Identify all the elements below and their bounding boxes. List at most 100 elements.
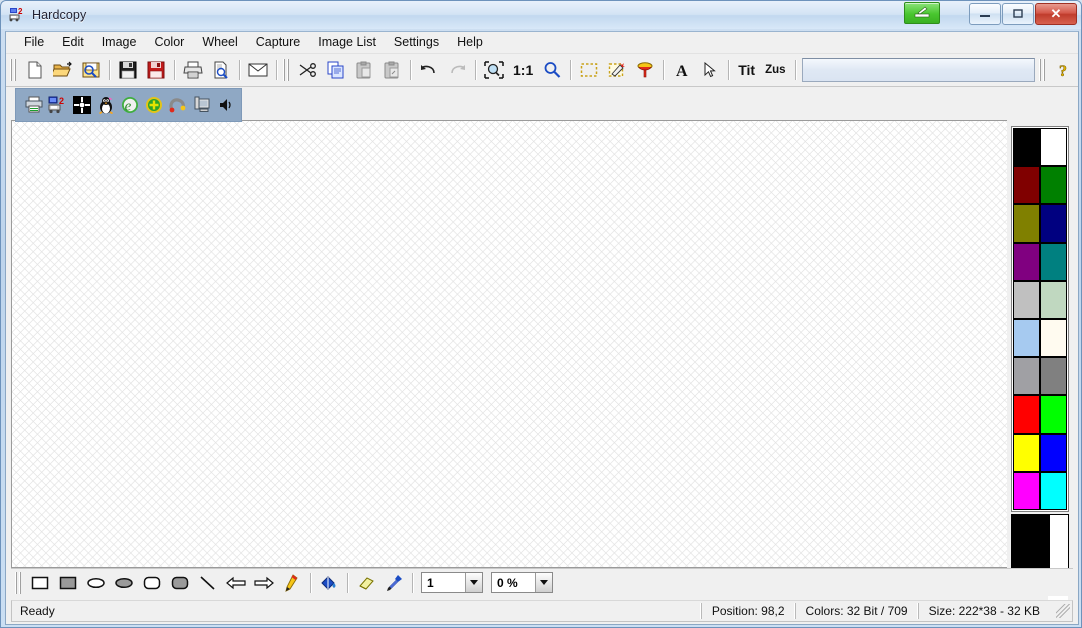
toolbar-grip[interactable]	[10, 59, 18, 81]
palette-swatch[interactable]	[1013, 434, 1040, 472]
save-as-button[interactable]	[142, 56, 170, 84]
magnifier-button[interactable]	[538, 56, 566, 84]
menu-image[interactable]: Image	[93, 33, 146, 52]
stamp-button[interactable]	[631, 56, 659, 84]
palette-swatch[interactable]	[1040, 319, 1067, 357]
menu-wheel[interactable]: Wheel	[193, 33, 246, 52]
rectangle-outline-button[interactable]	[26, 569, 54, 597]
arrow-left-button[interactable]	[222, 569, 250, 597]
toolbar-grip-2[interactable]	[283, 59, 291, 81]
arrow-right-button[interactable]	[250, 569, 278, 597]
palette-swatch[interactable]	[1013, 472, 1040, 510]
chevron-down-icon[interactable]	[465, 573, 482, 592]
minimize-button[interactable]	[969, 3, 1001, 25]
help-question-button[interactable]: ?	[1050, 56, 1078, 84]
penguin-icon[interactable]	[94, 92, 118, 118]
zoom-actual-size-button[interactable]: 1:1	[508, 56, 538, 84]
close-button[interactable]: ✕	[1035, 3, 1077, 25]
magnet-icon[interactable]	[166, 92, 190, 118]
browser-e-icon[interactable]: e	[118, 92, 142, 118]
print-preview-button[interactable]	[207, 56, 235, 84]
chevron-down-icon[interactable]	[535, 573, 552, 592]
palette-swatch[interactable]	[1013, 166, 1040, 204]
copy-button[interactable]	[322, 56, 350, 84]
palette-swatch[interactable]	[1040, 243, 1067, 281]
palette-swatch[interactable]	[1013, 395, 1040, 433]
palette-swatch[interactable]	[1013, 281, 1040, 319]
menu-help[interactable]: Help	[448, 33, 492, 52]
hardcopy-capture-button[interactable]	[904, 2, 940, 24]
palette-swatch[interactable]	[1013, 319, 1040, 357]
pencil-button[interactable]	[278, 569, 306, 597]
line-button[interactable]	[194, 569, 222, 597]
text-tool-button[interactable]: A	[668, 56, 696, 84]
paste-button[interactable]	[350, 56, 378, 84]
floating-launcher-toolbar[interactable]: 2	[15, 88, 242, 122]
title-text-button[interactable]: Tit	[733, 56, 760, 84]
shape-toolbar-grip[interactable]	[15, 572, 23, 594]
save-button[interactable]	[114, 56, 142, 84]
ellipse-outline-button[interactable]	[82, 569, 110, 597]
hardcopy-device-icon[interactable]: 2	[46, 92, 70, 118]
work-area	[11, 120, 1073, 568]
select-edit-button[interactable]	[603, 56, 631, 84]
computer-icon[interactable]	[190, 92, 214, 118]
palette-swatch[interactable]	[1040, 395, 1067, 433]
palette-swatch[interactable]	[1040, 357, 1067, 395]
fill-bucket-button[interactable]	[315, 569, 343, 597]
open-folder-button[interactable]	[49, 56, 77, 84]
palette-swatch[interactable]	[1013, 204, 1040, 242]
foreground-color-swatch[interactable]	[1012, 515, 1050, 573]
print-button[interactable]	[179, 56, 207, 84]
redo-button[interactable]	[443, 56, 471, 84]
rounded-rect-filled-button[interactable]	[166, 569, 194, 597]
maximize-button[interactable]	[1002, 3, 1034, 25]
green-plus-icon[interactable]	[142, 92, 166, 118]
menu-settings[interactable]: Settings	[385, 33, 448, 52]
crosshair-icon[interactable]	[70, 92, 94, 118]
printer-icon[interactable]	[22, 92, 46, 118]
select-rectangle-button[interactable]	[575, 56, 603, 84]
status-bar: Ready Position: 98,2 Colors: 32 Bit / 70…	[11, 600, 1073, 622]
line-width-dropdown[interactable]: 1	[421, 572, 483, 593]
menu-image-list[interactable]: Image List	[309, 33, 385, 52]
palette-swatch[interactable]	[1013, 128, 1040, 166]
menu-capture[interactable]: Capture	[247, 33, 309, 52]
mail-button[interactable]	[244, 56, 272, 84]
svg-text:?: ?	[1059, 63, 1067, 79]
zoom-fit-button[interactable]	[480, 56, 508, 84]
color-picker-button[interactable]	[380, 569, 408, 597]
palette-row	[1013, 166, 1067, 204]
palette-grid	[1011, 126, 1069, 512]
speaker-icon[interactable]	[214, 92, 238, 118]
rounded-rect-outline-button[interactable]	[138, 569, 166, 597]
ellipse-filled-button[interactable]	[110, 569, 138, 597]
palette-swatch[interactable]	[1040, 204, 1067, 242]
cut-button[interactable]	[294, 56, 322, 84]
palette-swatch[interactable]	[1040, 128, 1067, 166]
palette-swatch[interactable]	[1040, 166, 1067, 204]
paste-special-button[interactable]	[378, 56, 406, 84]
menu-edit[interactable]: Edit	[53, 33, 93, 52]
rectangle-filled-button[interactable]	[54, 569, 82, 597]
pointer-arrow-button[interactable]	[696, 56, 724, 84]
new-file-button[interactable]	[21, 56, 49, 84]
palette-swatch[interactable]	[1040, 472, 1067, 510]
foreground-background-swatch[interactable]	[1011, 514, 1069, 568]
address-field[interactable]	[802, 58, 1035, 82]
palette-swatch[interactable]	[1013, 357, 1040, 395]
palette-swatch[interactable]	[1013, 243, 1040, 281]
browse-folder-button[interactable]	[77, 56, 105, 84]
line-width-value: 1	[422, 576, 434, 590]
palette-swatch[interactable]	[1040, 281, 1067, 319]
transparency-dropdown[interactable]: 0 %	[491, 572, 553, 593]
menu-file[interactable]: File	[15, 33, 53, 52]
image-canvas[interactable]	[11, 120, 1007, 568]
eraser-button[interactable]	[352, 569, 380, 597]
palette-swatch[interactable]	[1040, 434, 1067, 472]
undo-button[interactable]	[415, 56, 443, 84]
toolbar-grip-3[interactable]	[1039, 59, 1047, 81]
extra-text-button[interactable]: Zus	[760, 56, 790, 84]
menu-color[interactable]: Color	[145, 33, 193, 52]
resize-grip[interactable]	[1056, 604, 1070, 618]
